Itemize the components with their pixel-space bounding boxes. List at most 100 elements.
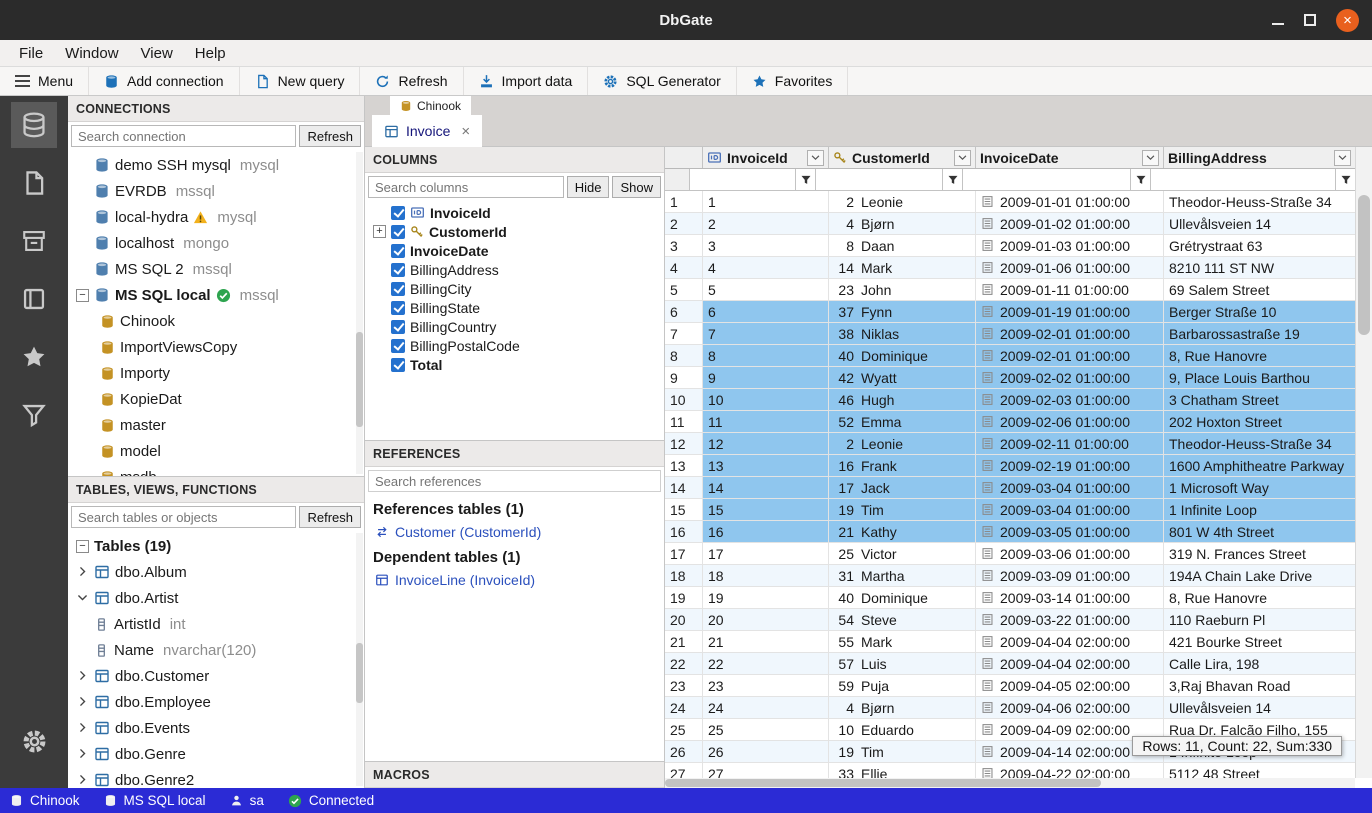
row-number[interactable]: 3 [665, 235, 703, 257]
cell-billingaddress[interactable]: 194A Chain Lake Drive [1164, 565, 1355, 587]
cell-billingaddress[interactable]: Theodor-Heuss-Straße 34 [1164, 433, 1355, 455]
database-item[interactable]: model [68, 438, 364, 464]
cell-billingaddress[interactable]: Grétrystraat 63 [1164, 235, 1355, 257]
table-tree-item[interactable]: dbo.Employee [68, 689, 364, 715]
database-item[interactable]: Chinook [68, 308, 364, 334]
cell-invoiceid[interactable]: 25 [703, 719, 829, 741]
cell-invoicedate[interactable]: 2009-04-05 02:00:00 [976, 675, 1164, 697]
table-row[interactable]: 20 20 54 Steve 2009-03-22 01:00:00 [665, 609, 1355, 631]
cell-customerid[interactable]: 16 Frank [829, 455, 976, 477]
column-checkbox[interactable] [391, 244, 405, 258]
table-row[interactable]: 2 2 4 Bjørn 2009-01-02 01:00:00 [665, 213, 1355, 235]
cell-invoiceid[interactable]: 5 [703, 279, 829, 301]
sidebar-item-archive[interactable] [11, 218, 57, 264]
column-check-item[interactable]: CustomerId [365, 222, 664, 241]
table-row[interactable]: 7 7 38 Niklas 2009-02-01 01:00:00 [665, 323, 1355, 345]
column-header-invoiceid[interactable]: InvoiceId [703, 147, 829, 168]
row-number[interactable]: 22 [665, 653, 703, 675]
dependent-link-invoiceline[interactable]: InvoiceLine (InvoiceId) [365, 569, 664, 591]
cell-billingaddress[interactable]: 8, Rue Hanovre [1164, 587, 1355, 609]
cell-billingaddress[interactable]: 3 Chatham Street [1164, 389, 1355, 411]
filter-input-invoicedate[interactable] [963, 169, 1124, 190]
column-header-billingaddress[interactable]: BillingAddress [1164, 147, 1355, 168]
filter-funnel-button[interactable] [942, 169, 962, 190]
cell-customerid[interactable]: 19 Tim [829, 499, 976, 521]
cell-invoicedate[interactable]: 2009-03-04 01:00:00 [976, 477, 1164, 499]
row-number[interactable]: 20 [665, 609, 703, 631]
table-tree-item[interactable]: dbo.Genre [68, 741, 364, 767]
cell-invoiceid[interactable]: 8 [703, 345, 829, 367]
cell-customerid[interactable]: 33 Ellie [829, 763, 976, 778]
cell-invoiceid[interactable]: 14 [703, 477, 829, 499]
column-header-customerid[interactable]: CustomerId [829, 147, 976, 168]
cell-billingaddress[interactable]: 1 Microsoft Way [1164, 477, 1355, 499]
table-tree-item[interactable]: dbo.Album [68, 559, 364, 585]
table-row[interactable]: 13 13 16 Frank 2009-02-19 01:00:00 [665, 455, 1355, 477]
show-button[interactable]: Show [612, 176, 661, 198]
row-number[interactable]: 10 [665, 389, 703, 411]
reference-link-customer[interactable]: Customer (CustomerId) [365, 521, 664, 543]
table-row[interactable]: 17 17 25 Victor 2009-03-06 01:00:00 [665, 543, 1355, 565]
row-number[interactable]: 25 [665, 719, 703, 741]
close-button[interactable] [1336, 9, 1359, 32]
table-row[interactable]: 15 15 19 Tim 2009-03-04 01:00:00 [665, 499, 1355, 521]
cell-customerid[interactable]: 19 Tim [829, 741, 976, 763]
cell-invoiceid[interactable]: 4 [703, 257, 829, 279]
cell-invoicedate[interactable]: 2009-02-01 01:00:00 [976, 345, 1164, 367]
filter-input-billingaddress[interactable] [1151, 169, 1335, 190]
chevron-icon[interactable] [76, 721, 89, 735]
cell-invoicedate[interactable]: 2009-03-14 01:00:00 [976, 587, 1164, 609]
menu-item[interactable]: Window [54, 42, 129, 65]
cell-customerid[interactable]: 52 Emma [829, 411, 976, 433]
search-references-input[interactable] [368, 470, 661, 492]
scrollbar[interactable] [356, 152, 363, 474]
table-tree-item[interactable]: dbo.Genre2 [68, 767, 364, 788]
cell-invoiceid[interactable]: 15 [703, 499, 829, 521]
table-row[interactable]: 16 16 21 Kathy 2009-03-05 01:00:00 [665, 521, 1355, 543]
row-number[interactable]: 8 [665, 345, 703, 367]
collapse-expander-icon[interactable] [76, 289, 89, 302]
cell-invoiceid[interactable]: 2 [703, 213, 829, 235]
cell-invoicedate[interactable]: 2009-01-11 01:00:00 [976, 279, 1164, 301]
row-number[interactable]: 17 [665, 543, 703, 565]
cell-invoicedate[interactable]: 2009-02-02 01:00:00 [976, 367, 1164, 389]
row-number[interactable]: 12 [665, 433, 703, 455]
cell-customerid[interactable]: 2 Leonie [829, 191, 976, 213]
refresh-tables-button[interactable]: Refresh [299, 506, 361, 528]
column-check-item[interactable]: BillingCity [365, 279, 664, 298]
table-tree-item[interactable]: ArtistId int [68, 611, 364, 637]
cell-invoiceid[interactable]: 12 [703, 433, 829, 455]
cell-customerid[interactable]: 55 Mark [829, 631, 976, 653]
table-tree-item[interactable]: dbo.Artist [68, 585, 364, 611]
cell-customerid[interactable]: 42 Wyatt [829, 367, 976, 389]
sidebar-item-connections[interactable] [11, 102, 57, 148]
vertical-scrollbar[interactable] [1355, 147, 1372, 778]
cell-invoicedate[interactable]: 2009-03-04 01:00:00 [976, 499, 1164, 521]
column-checkbox[interactable] [391, 320, 405, 334]
cell-invoicedate[interactable]: 2009-04-04 02:00:00 [976, 653, 1164, 675]
cell-invoiceid[interactable]: 16 [703, 521, 829, 543]
cell-customerid[interactable]: 25 Victor [829, 543, 976, 565]
import-data-button[interactable]: Import data [464, 67, 589, 95]
cell-billingaddress[interactable]: 1600 Amphitheatre Parkway [1164, 455, 1355, 477]
row-number[interactable]: 27 [665, 763, 703, 778]
cell-billingaddress[interactable]: 1 Infinite Loop [1164, 499, 1355, 521]
sidebar-item-filters[interactable] [11, 392, 57, 438]
cell-invoiceid[interactable]: 3 [703, 235, 829, 257]
minimize-button[interactable] [1272, 23, 1284, 25]
cell-invoicedate[interactable]: 2009-02-01 01:00:00 [976, 323, 1164, 345]
menu-item[interactable]: View [130, 42, 184, 65]
chevron-icon[interactable] [76, 747, 89, 761]
cell-billingaddress[interactable]: Calle Lira, 198 [1164, 653, 1355, 675]
cell-customerid[interactable]: 31 Martha [829, 565, 976, 587]
cell-invoiceid[interactable]: 10 [703, 389, 829, 411]
table-row[interactable]: 8 8 40 Dominique 2009-02-01 01:00:00 [665, 345, 1355, 367]
horizontal-scrollbar[interactable] [665, 778, 1355, 788]
cell-invoicedate[interactable]: 2009-02-11 01:00:00 [976, 433, 1164, 455]
cell-invoiceid[interactable]: 17 [703, 543, 829, 565]
scrollbar-thumb[interactable] [356, 643, 363, 703]
row-number[interactable]: 24 [665, 697, 703, 719]
cell-invoiceid[interactable]: 20 [703, 609, 829, 631]
cell-invoicedate[interactable]: 2009-01-02 01:00:00 [976, 213, 1164, 235]
new-query-button[interactable]: New query [240, 67, 361, 95]
